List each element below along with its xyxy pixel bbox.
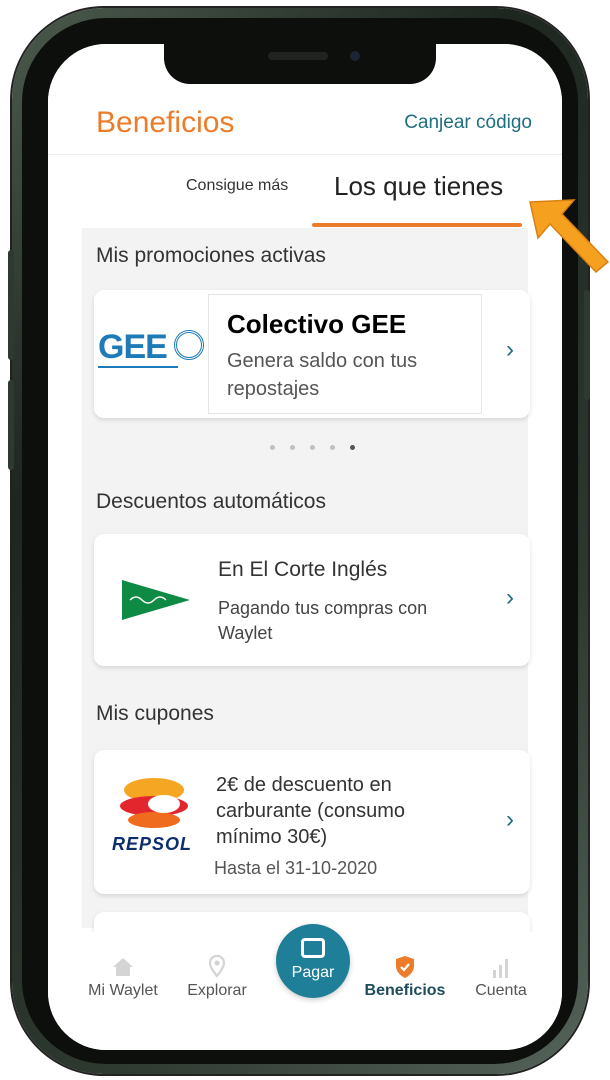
coupon-title: 2€ de descuento en carburante (consumo m… bbox=[216, 774, 405, 848]
app-screen: Beneficios Canjear código Consigue más L… bbox=[48, 44, 562, 1050]
tab-get-more[interactable]: Consigue más bbox=[186, 177, 288, 195]
pay-button[interactable]: Pagar bbox=[276, 924, 350, 998]
promotion-card-gee[interactable]: GEE Colectivo GEE Genera saldo con tus r… bbox=[94, 290, 530, 418]
nav-label: Cuenta bbox=[475, 982, 527, 999]
pager-dot[interactable] bbox=[290, 445, 295, 450]
redeem-code-link[interactable]: Canjear código bbox=[404, 112, 532, 134]
nav-item-mi-waylet[interactable]: Mi Waylet bbox=[78, 954, 168, 1000]
pay-label: Pagar bbox=[291, 964, 335, 981]
chevron-right-icon: › bbox=[506, 584, 514, 611]
tab-owned[interactable]: Los que tienes bbox=[296, 155, 532, 229]
location-pin-icon bbox=[208, 954, 226, 978]
nav-item-cuenta[interactable]: Cuenta bbox=[456, 954, 546, 1000]
repsol-brand-text: REPSOL bbox=[112, 834, 193, 854]
pager-dot[interactable] bbox=[310, 445, 315, 450]
phone-notch bbox=[164, 44, 436, 84]
signal-bars-icon bbox=[493, 959, 508, 978]
home-icon bbox=[113, 958, 133, 976]
pager-dot-active[interactable] bbox=[350, 445, 355, 450]
tab-bar: Consigue más Los que tienes bbox=[48, 154, 562, 229]
coupon-card-repsol[interactable]: REPSOL 2€ de descuento en carburante (co… bbox=[94, 750, 530, 894]
coupon-expiry: Hasta el 31-10-2020 bbox=[214, 858, 378, 878]
nav-item-explorar[interactable]: Explorar bbox=[172, 954, 262, 1000]
discount-title: En El Corte Inglés bbox=[218, 558, 388, 581]
chevron-right-icon: › bbox=[506, 336, 514, 363]
pager-dot[interactable] bbox=[270, 445, 275, 450]
section-title-auto-discounts: Descuentos automáticos bbox=[96, 490, 326, 513]
annotation-arrow-icon bbox=[529, 199, 610, 274]
shield-icon bbox=[396, 956, 414, 978]
gee-globe-icon bbox=[174, 330, 204, 360]
bottom-navigation: Mi Waylet Explorar Pagar Beneficios Cuen… bbox=[48, 924, 562, 1050]
tab-owned-label: Los que tienes bbox=[334, 171, 504, 201]
gee-logo: GEE bbox=[98, 328, 208, 378]
promotion-description: Genera saldo con tus repostajes bbox=[227, 350, 418, 400]
promotion-title: Colectivo GEE bbox=[227, 309, 407, 339]
active-tab-indicator bbox=[312, 223, 522, 227]
side-button bbox=[8, 380, 14, 470]
nav-label: Beneficios bbox=[364, 982, 446, 999]
nav-label: Explorar bbox=[187, 982, 247, 999]
page-title: Beneficios bbox=[96, 106, 235, 139]
pager-dot[interactable] bbox=[330, 445, 335, 450]
discount-description: Pagando tus compras con Waylet bbox=[218, 598, 428, 643]
section-title-coupons: Mis cupones bbox=[96, 702, 214, 725]
repsol-logo-icon bbox=[120, 778, 188, 828]
camera-icon bbox=[350, 51, 360, 61]
el-corte-ingles-logo bbox=[122, 580, 190, 620]
nav-item-beneficios[interactable]: Beneficios bbox=[360, 954, 450, 1000]
carousel-pager bbox=[264, 442, 364, 452]
promotion-text-box: Colectivo GEE Genera saldo con tus repos… bbox=[208, 294, 482, 414]
side-button bbox=[584, 290, 590, 400]
nav-label: Mi Waylet bbox=[88, 982, 158, 999]
gee-logo-underline bbox=[98, 366, 178, 368]
pay-icon bbox=[301, 938, 325, 958]
section-title-active-promotions: Mis promociones activas bbox=[96, 244, 326, 267]
chevron-right-icon: › bbox=[506, 806, 514, 833]
discount-card-eci[interactable]: En El Corte Inglés Pagando tus compras c… bbox=[94, 534, 530, 666]
side-button bbox=[8, 250, 14, 360]
speaker-icon bbox=[268, 52, 328, 60]
gee-logo-text: GEE bbox=[98, 328, 168, 366]
